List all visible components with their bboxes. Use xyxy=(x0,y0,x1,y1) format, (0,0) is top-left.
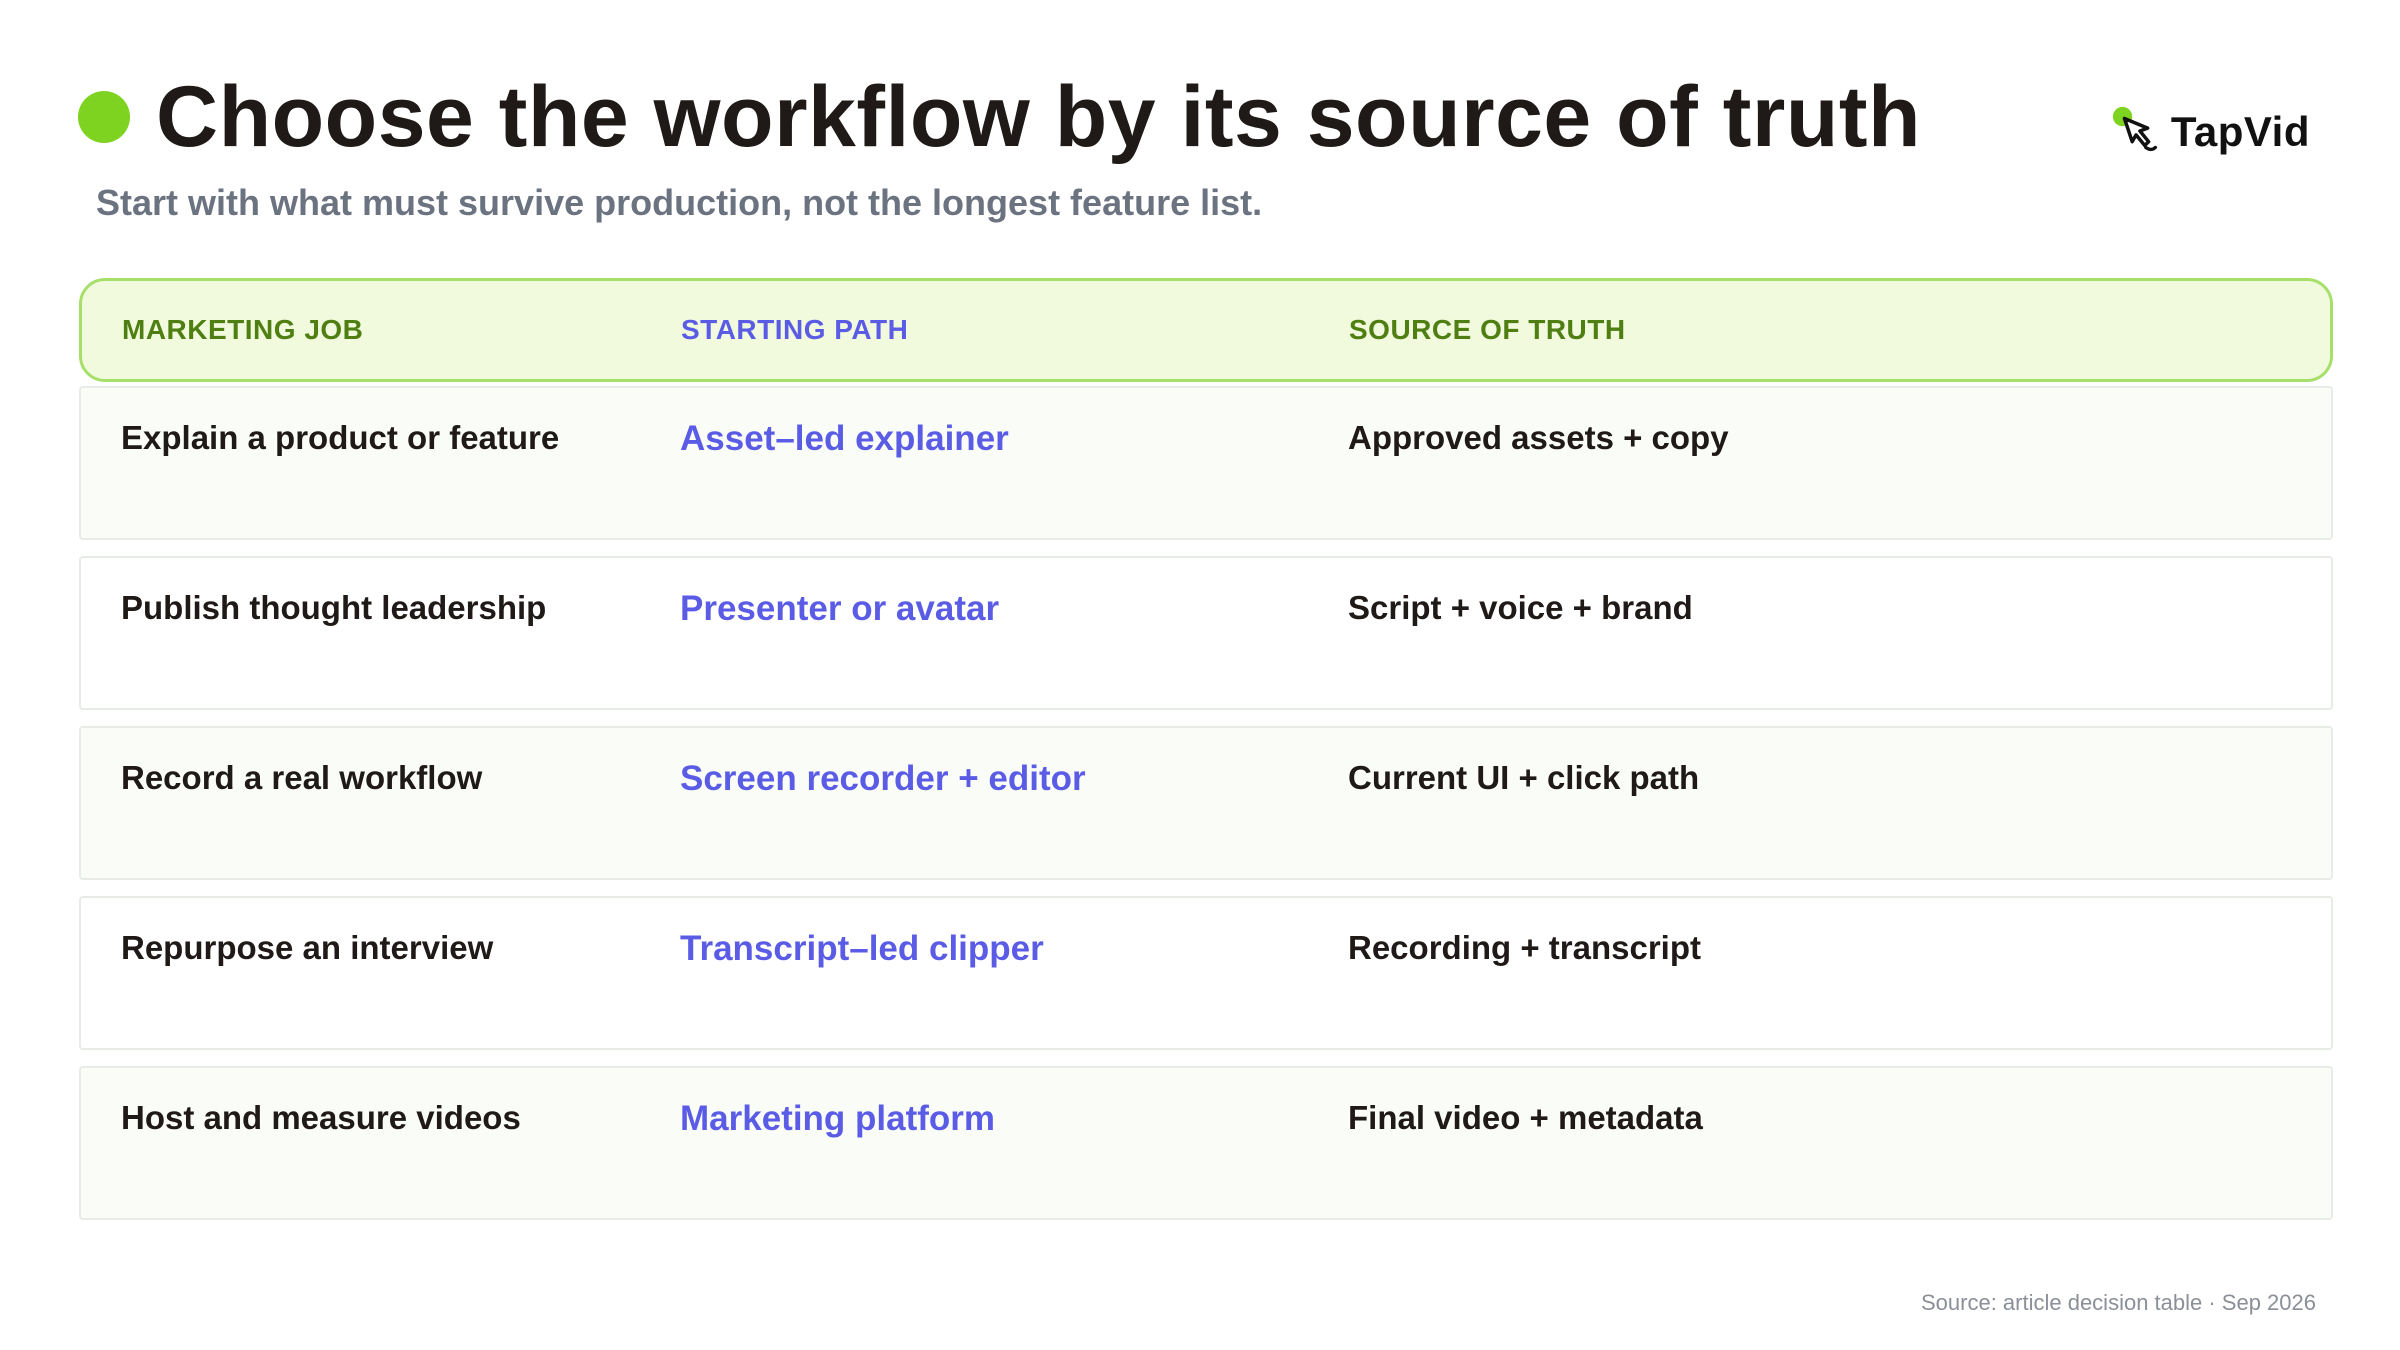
cell-marketing-job: Explain a product or feature xyxy=(121,419,560,456)
table-row: Host and measure videos Marketing platfo… xyxy=(79,1066,2333,1220)
cell-marketing-job: Repurpose an interview xyxy=(121,929,494,966)
hand-pointer-icon xyxy=(2112,106,2157,152)
column-header-starting-path: STARTING PATH xyxy=(681,314,909,345)
tapvid-logo: TapVid xyxy=(2109,100,2310,164)
cell-starting-path: Transcript–led clipper xyxy=(680,929,1044,968)
cell-source-of-truth: Approved assets + copy xyxy=(1348,419,1729,456)
table-body: Explain a product or feature Asset–led e… xyxy=(79,386,2333,1220)
table-row: Repurpose an interview Transcript–led cl… xyxy=(79,896,2333,1050)
page-subtitle: Start with what must survive production,… xyxy=(96,182,1263,223)
column-header-source-of-truth: SOURCE OF TRUTH xyxy=(1349,314,1626,345)
cell-starting-path: Marketing platform xyxy=(680,1099,996,1138)
cell-source-of-truth: Recording + transcript xyxy=(1348,929,1701,966)
table-header: MARKETING JOB STARTING PATH SOURCE OF TR… xyxy=(79,278,2333,382)
cell-starting-path: Presenter or avatar xyxy=(680,589,1000,628)
cell-source-of-truth: Current UI + click path xyxy=(1348,759,1700,796)
cell-marketing-job: Record a real workflow xyxy=(121,759,483,796)
cell-marketing-job: Publish thought leadership xyxy=(121,589,547,626)
table-row: Publish thought leadership Presenter or … xyxy=(79,556,2333,710)
green-dot-icon xyxy=(78,91,130,143)
table-row: Explain a product or feature Asset–led e… xyxy=(79,386,2333,540)
source-footnote: Source: article decision table · Sep 202… xyxy=(1920,1290,2316,1315)
column-header-marketing-job: MARKETING JOB xyxy=(122,314,364,345)
cell-starting-path: Asset–led explainer xyxy=(680,419,1009,458)
page-title: Choose the workflow by its source of tru… xyxy=(156,69,1922,165)
cell-source-of-truth: Final video + metadata xyxy=(1348,1099,1703,1136)
table-row: Record a real workflow Screen recorder +… xyxy=(79,726,2333,880)
title-row: Choose the workflow by its source of tru… xyxy=(78,62,1921,172)
cell-marketing-job: Host and measure videos xyxy=(121,1099,521,1136)
logo-text: TapVid xyxy=(2170,108,2310,155)
cell-source-of-truth: Script + voice + brand xyxy=(1348,589,1693,626)
cell-starting-path: Screen recorder + editor xyxy=(680,759,1086,798)
decision-table: MARKETING JOB STARTING PATH SOURCE OF TR… xyxy=(79,278,2333,1220)
